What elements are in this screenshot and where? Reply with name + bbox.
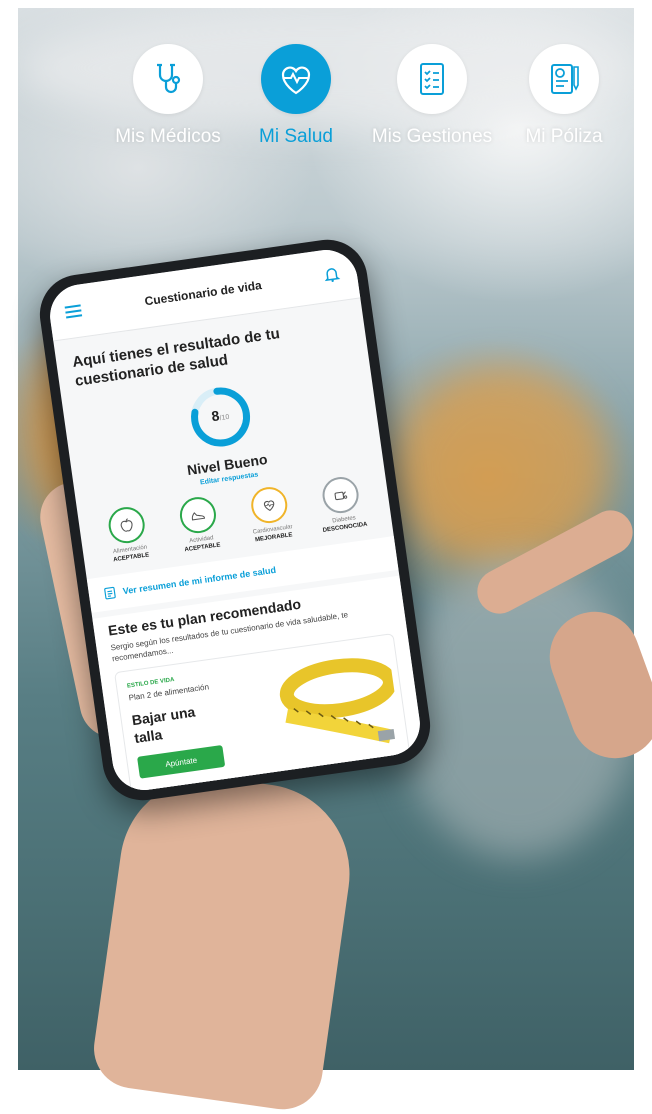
policy-document-icon <box>529 44 599 114</box>
nav-mis-gestiones[interactable]: Mis Gestiones <box>366 44 498 148</box>
category-status: DESCONOCIDA <box>322 521 368 534</box>
category-actividad[interactable]: Actividad ACEPTABLE <box>163 493 236 556</box>
join-button[interactable]: Apúntate <box>137 744 226 779</box>
plan-headline: Bajar una talla <box>130 703 197 747</box>
heart-pulse-icon <box>261 44 331 114</box>
sneaker-icon <box>177 494 219 536</box>
nav-mis-medicos[interactable]: Mis Médicos <box>108 44 228 148</box>
nav-label-mi-salud: Mi Salud <box>259 126 333 147</box>
nav-label-mis-gestiones: Mis Gestiones <box>371 126 493 147</box>
nav-mi-poliza[interactable]: Mi Póliza <box>506 44 622 148</box>
hamburger-menu-icon[interactable] <box>64 304 83 321</box>
category-diabetes[interactable]: Diabetes DESCONOCIDA <box>305 473 378 536</box>
score-ring: 8/10 <box>184 381 256 453</box>
bell-icon[interactable] <box>322 264 342 284</box>
score-max: /10 <box>219 413 230 423</box>
checklist-icon <box>397 44 467 114</box>
glucometer-icon <box>320 474 361 516</box>
summary-label: Ver resumen de mi informe de salud <box>122 564 277 597</box>
nav-label-mis-medicos: Mis Médicos <box>115 126 221 147</box>
category-cardiovascular[interactable]: Cardiovascular MEJORABLE <box>234 483 307 546</box>
category-alimentacion[interactable]: Alimentación ACEPTABLE <box>91 503 164 566</box>
app-title: Cuestionario de vida <box>143 278 263 309</box>
nav-mi-salud[interactable]: Mi Salud <box>236 44 356 148</box>
stethoscope-icon <box>133 44 203 114</box>
recommended-plan: Este es tu plan recomendado Sergio según… <box>92 575 424 795</box>
apple-icon <box>106 504 147 546</box>
report-icon <box>104 586 116 600</box>
measuring-tape-image <box>279 658 398 744</box>
phone-screen: Cuestionario de vida Aquí tienes el resu… <box>46 245 424 795</box>
nav-label-mi-poliza: Mi Póliza <box>525 126 603 147</box>
heart-icon <box>248 484 290 526</box>
top-navigation: Mis Médicos Mi Salud Mis Gestiones Mi Pó… <box>0 0 652 160</box>
